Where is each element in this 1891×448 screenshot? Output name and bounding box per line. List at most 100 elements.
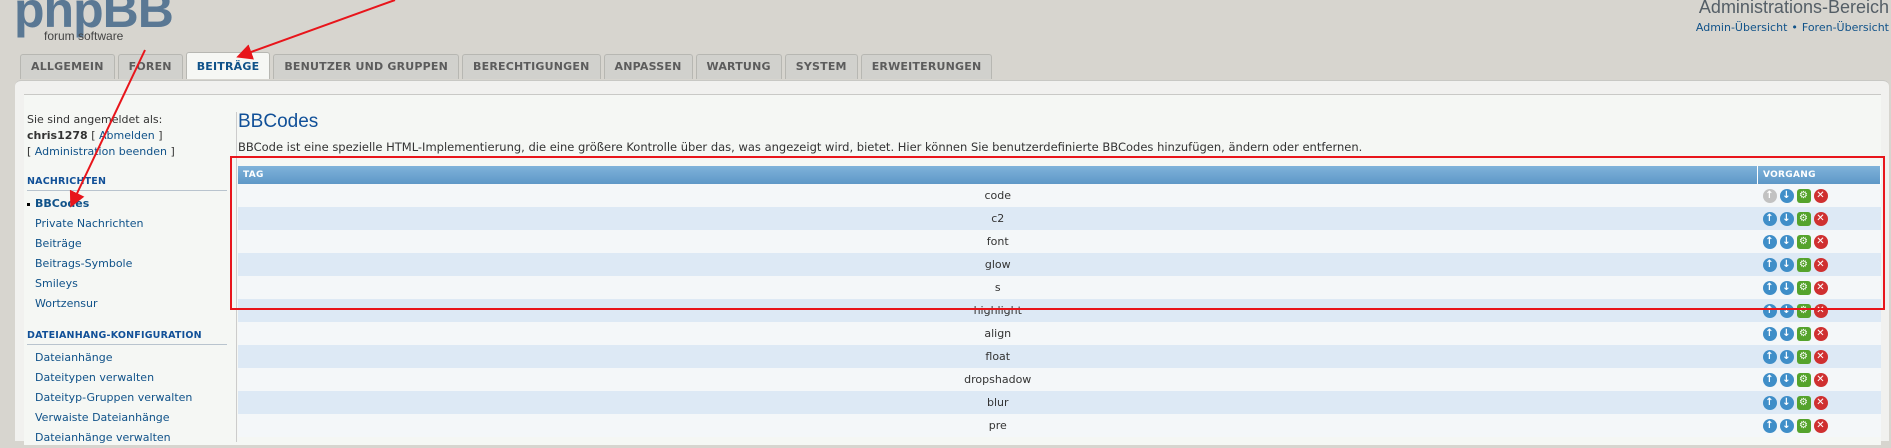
end-admin-link[interactable]: Administration beenden [35, 145, 167, 158]
bbcode-actions: ↑ ↓ ⚙ ✕ [1757, 322, 1881, 345]
edit-gear-icon[interactable]: ⚙ [1796, 211, 1811, 226]
delete-icon[interactable]: ✕ [1813, 349, 1828, 364]
move-up-icon[interactable]: ↑ [1762, 234, 1777, 249]
edit-gear-icon[interactable]: ⚙ [1796, 234, 1811, 249]
tab-benutzer-und-gruppen[interactable]: BENUTZER UND GRUPPEN [273, 54, 460, 79]
admin-overview-link[interactable]: Admin-Übersicht [1696, 21, 1787, 34]
table-row: blur ↑ ↓ ⚙ ✕ [238, 391, 1881, 414]
forum-overview-link[interactable]: Foren-Übersicht [1802, 21, 1889, 34]
delete-icon[interactable]: ✕ [1813, 372, 1828, 387]
bbcode-tag: blur [238, 391, 1758, 414]
sidebar-heading-nachrichten: NACHRICHTEN [27, 176, 227, 191]
edit-gear-icon[interactable]: ⚙ [1796, 257, 1811, 272]
arrow-to-beitraege-tab [236, 0, 396, 60]
move-up-icon[interactable]: ↑ [1762, 418, 1777, 433]
edit-gear-icon[interactable]: ⚙ [1796, 372, 1811, 387]
sidebar-item-wortzensur[interactable]: Wortzensur [27, 294, 227, 314]
sidebar-list-dateianhang: Dateianhänge Dateitypen verwalten Dateit… [27, 348, 227, 448]
move-up-icon[interactable]: ↑ [1762, 372, 1777, 387]
move-down-icon[interactable]: ↓ [1779, 349, 1794, 364]
table-row: float ↑ ↓ ⚙ ✕ [238, 345, 1881, 368]
page-title: BBCodes [238, 111, 319, 132]
move-up-icon[interactable]: ↑ [1762, 395, 1777, 410]
move-up-icon[interactable]: ↑ [1762, 303, 1777, 318]
move-up-icon[interactable]: ↑ [1762, 211, 1777, 226]
move-up-icon[interactable]: ↑ [1762, 326, 1777, 341]
delete-icon[interactable]: ✕ [1813, 395, 1828, 410]
sidebar-list-nachrichten: BBCodes Private Nachrichten Beiträge Bei… [27, 194, 227, 314]
sidebar-item-beitrags-symbole[interactable]: Beitrags-Symbole [27, 254, 227, 274]
bbcode-actions: ↑ ↓ ⚙ ✕ [1757, 184, 1881, 207]
move-up-icon[interactable]: ↑ [1762, 280, 1777, 295]
tab-allgemein[interactable]: ALLGEMEIN [20, 54, 115, 79]
bbcode-actions: ↑ ↓ ⚙ ✕ [1757, 276, 1881, 299]
tab-beitraege[interactable]: BEITRÄGE [185, 52, 271, 79]
edit-gear-icon[interactable]: ⚙ [1796, 326, 1811, 341]
tab-berechtigungen[interactable]: BERECHTIGUNGEN [462, 54, 601, 79]
admin-title: Administrations-Bereich [1698, 0, 1889, 17]
bbcode-actions: ↑ ↓ ⚙ ✕ [1757, 230, 1881, 253]
delete-icon[interactable]: ✕ [1813, 257, 1828, 272]
bbcode-actions: ↑ ↓ ⚙ ✕ [1757, 207, 1881, 230]
move-down-icon[interactable]: ↓ [1779, 395, 1794, 410]
sidebar-item-verwaiste[interactable]: Verwaiste Dateianhänge [27, 408, 227, 428]
move-down-icon[interactable]: ↓ [1779, 303, 1794, 318]
move-up-icon[interactable]: ↑ [1762, 257, 1777, 272]
edit-gear-icon[interactable]: ⚙ [1796, 188, 1811, 203]
bbcode-tag: highlight [238, 299, 1758, 322]
bbcode-tag: code [238, 184, 1758, 207]
move-down-icon[interactable]: ↓ [1779, 280, 1794, 295]
tab-erweiterungen[interactable]: ERWEITERUNGEN [860, 54, 993, 79]
move-down-icon[interactable]: ↓ [1779, 372, 1794, 387]
edit-gear-icon[interactable]: ⚙ [1796, 303, 1811, 318]
sidebar-item-beitraege[interactable]: Beiträge [27, 234, 227, 254]
bbcode-tag: c2 [238, 207, 1758, 230]
move-up-icon[interactable]: ↑ [1762, 349, 1777, 364]
tab-system[interactable]: SYSTEM [784, 54, 858, 79]
delete-icon[interactable]: ✕ [1813, 303, 1828, 318]
table-row: c2 ↑ ↓ ⚙ ✕ [238, 207, 1881, 230]
sidebar-item-verwalten[interactable]: Dateianhänge verwalten [27, 428, 227, 448]
username[interactable]: chris1278 [27, 129, 88, 142]
bbcode-tag: dropshadow [238, 368, 1758, 391]
login-info: Sie sind angemeldet als: chris1278 [ Abm… [27, 112, 227, 160]
delete-icon[interactable]: ✕ [1813, 326, 1828, 341]
logout-link[interactable]: Abmelden [99, 129, 155, 142]
delete-icon[interactable]: ✕ [1813, 280, 1828, 295]
tab-anpassen[interactable]: ANPASSEN [603, 54, 693, 79]
sidebar-item-private-nachrichten[interactable]: Private Nachrichten [27, 214, 227, 234]
delete-icon[interactable]: ✕ [1813, 234, 1828, 249]
delete-icon[interactable]: ✕ [1813, 418, 1828, 433]
move-down-icon[interactable]: ↓ [1779, 418, 1794, 433]
bbcode-actions: ↑ ↓ ⚙ ✕ [1757, 368, 1881, 391]
edit-gear-icon[interactable]: ⚙ [1796, 349, 1811, 364]
delete-icon[interactable]: ✕ [1813, 188, 1828, 203]
sidebar-item-bbcodes[interactable]: BBCodes [27, 194, 227, 214]
sidebar-item-smileys[interactable]: Smileys [27, 274, 227, 294]
sidebar-item-dateitypen[interactable]: Dateitypen verwalten [27, 368, 227, 388]
main-tabs: ALLGEMEIN FOREN BEITRÄGE BENUTZER UND GR… [20, 52, 993, 80]
move-down-icon[interactable]: ↓ [1779, 234, 1794, 249]
bbcode-tag: align [238, 322, 1758, 345]
move-down-icon[interactable]: ↓ [1779, 257, 1794, 272]
move-down-icon[interactable]: ↓ [1779, 211, 1794, 226]
edit-gear-icon[interactable]: ⚙ [1796, 418, 1811, 433]
bbcode-actions: ↑ ↓ ⚙ ✕ [1757, 253, 1881, 276]
tab-wartung[interactable]: WARTUNG [695, 54, 782, 79]
delete-icon[interactable]: ✕ [1813, 211, 1828, 226]
table-row: dropshadow ↑ ↓ ⚙ ✕ [238, 368, 1881, 391]
edit-gear-icon[interactable]: ⚙ [1796, 280, 1811, 295]
move-down-icon[interactable]: ↓ [1779, 326, 1794, 341]
bbcode-actions: ↑ ↓ ⚙ ✕ [1757, 391, 1881, 414]
sidebar-item-dateityp-gruppen[interactable]: Dateityp-Gruppen verwalten [27, 388, 227, 408]
sidebar-item-dateianhaenge[interactable]: Dateianhänge [27, 348, 227, 368]
bbcode-tag: s [238, 276, 1758, 299]
table-row: align ↑ ↓ ⚙ ✕ [238, 322, 1881, 345]
bbcode-rows: code ↑ ↓ ⚙ ✕ c2 ↑ ↓ ⚙ ✕ font ↑ ↓ ⚙ ✕ glow ↑ ↓ ⚙ ✕ s ↑ ↓ ⚙ ✕ highl… [238, 184, 1881, 437]
move-down-icon[interactable]: ↓ [1779, 188, 1794, 203]
move-up-icon: ↑ [1762, 188, 1777, 203]
tab-foren[interactable]: FOREN [117, 54, 183, 79]
logo-subtitle: forum software [44, 29, 124, 43]
edit-gear-icon[interactable]: ⚙ [1796, 395, 1811, 410]
sidebar: Sie sind angemeldet als: chris1278 [ Abm… [27, 112, 227, 448]
